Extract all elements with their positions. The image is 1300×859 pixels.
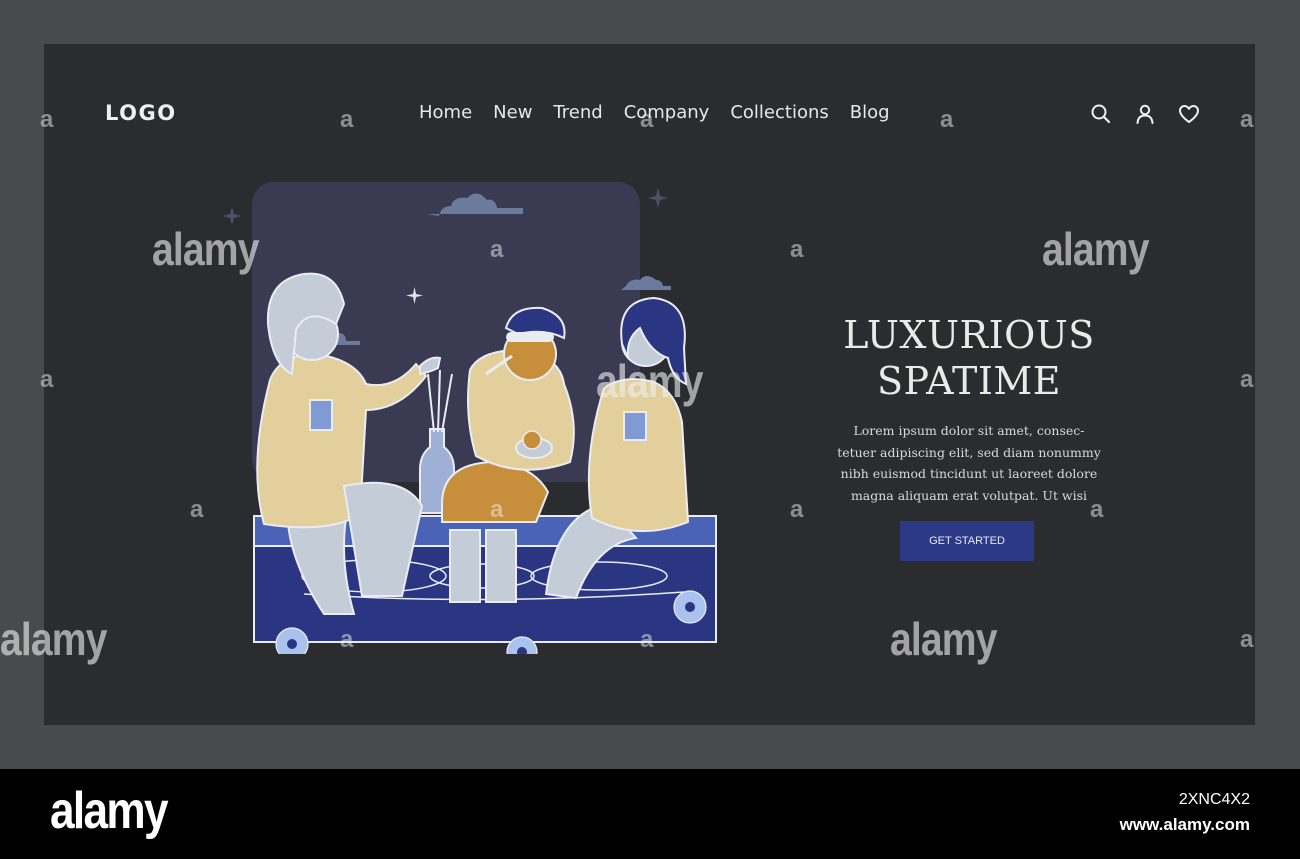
nav-item-home[interactable]: Home [419,102,472,123]
search-icon[interactable] [1089,102,1113,126]
watermark-mark: a [40,106,54,133]
nav-item-collections[interactable]: Collections [730,102,828,123]
spa-night-illustration [223,182,717,654]
watermark-mark: a [1240,106,1254,133]
image-id: 2XNC4X2 [1178,791,1250,808]
nav-item-blog[interactable]: Blog [850,102,890,123]
hero-title-line-1: LUXURIOUS [843,313,1095,357]
watermark-mark: a [490,236,504,263]
watermark-text: alamy [0,613,107,665]
watermark-mark: a [1240,366,1254,393]
watermark-mark: a [340,626,354,653]
watermark-text: alamy [890,613,997,665]
stock-url: www.alamy.com [1119,815,1250,834]
watermark-text: alamy [596,355,703,407]
nav-item-new[interactable]: New [493,102,532,123]
watermark-mark: a [340,106,354,133]
header-icons [1089,102,1201,126]
hero-body-line: Lorem ipsum dolor sit amet, consec- [853,423,1085,438]
watermark-mark: a [790,236,804,263]
nav-item-company[interactable]: Company [624,102,710,123]
watermark-mark: a [940,106,954,133]
watermark-mark: a [790,496,804,523]
site-logo[interactable]: LOGO [105,101,177,125]
heart-icon[interactable] [1177,102,1201,126]
hero-description: Lorem ipsum dolor sit amet, consec- tetu… [834,420,1104,506]
stock-footer-bar: alamy 2XNC4X2 www.alamy.com [0,769,1300,859]
hero-title-line-2: SPATIME [877,359,1061,403]
main-nav: Home New Trend Company Collections Blog [419,102,890,123]
watermark-mark: a [640,626,654,653]
watermark-mark: a [1090,496,1104,523]
watermark-mark: a [640,106,654,133]
hero-body-line: tetuer adipiscing elit, sed diam nonummy [837,444,1101,460]
watermark-text: alamy [1042,223,1149,275]
hero-body-line: nibh euismod tincidunt ut laoreet dolore [840,466,1098,481]
hero-body-line: magna aliquam erat volutpat. Ut wisi [850,487,1088,503]
alamy-logo: alamy [50,782,169,840]
get-started-button[interactable]: GET STARTED [900,521,1034,561]
watermark-mark: a [40,366,54,393]
hero-title: LUXURIOUS SPATIME [804,312,1134,404]
watermark-text: alamy [152,223,259,275]
watermark-mark: a [490,496,504,523]
nav-item-trend[interactable]: Trend [553,102,602,123]
watermark-mark: a [190,496,204,523]
watermark-mark: a [1240,626,1254,653]
user-icon[interactable] [1133,102,1157,126]
